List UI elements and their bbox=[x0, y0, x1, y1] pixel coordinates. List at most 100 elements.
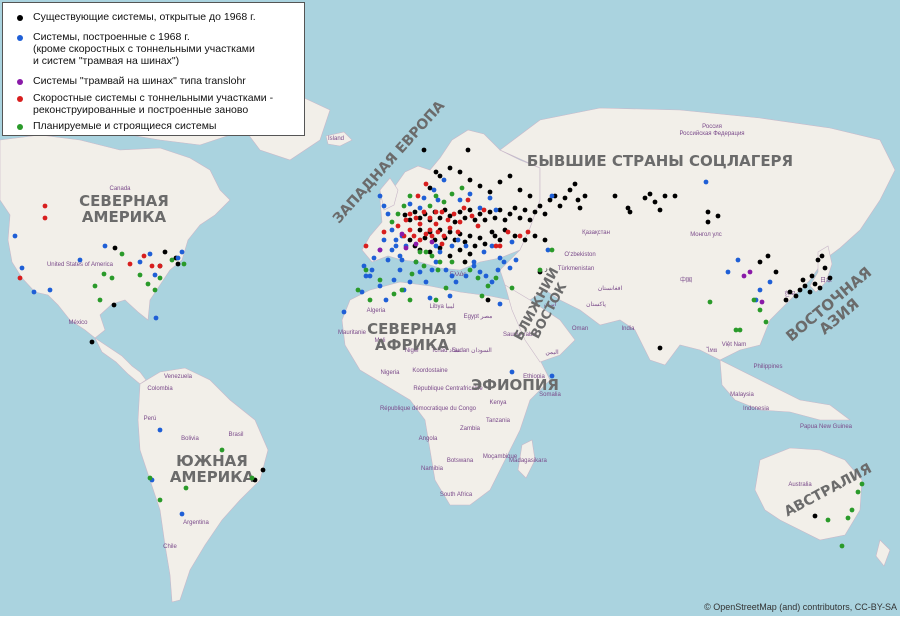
city-marker-blue bbox=[367, 273, 373, 279]
city-marker-red bbox=[475, 223, 481, 229]
city-marker-purple bbox=[399, 231, 405, 237]
city-marker-blue bbox=[427, 295, 433, 301]
city-marker-red bbox=[42, 203, 48, 209]
city-marker-green bbox=[101, 271, 107, 277]
city-marker-black bbox=[517, 187, 523, 193]
city-marker-black bbox=[485, 297, 491, 303]
city-marker-green bbox=[437, 259, 443, 265]
city-marker-blue bbox=[449, 243, 455, 249]
city-marker-black bbox=[433, 169, 439, 175]
city-marker-purple bbox=[747, 269, 753, 275]
city-marker-green bbox=[413, 259, 419, 265]
city-marker-black bbox=[162, 249, 168, 255]
city-marker-black bbox=[462, 239, 468, 245]
city-marker-green bbox=[475, 275, 481, 281]
city-marker-blue bbox=[385, 211, 391, 217]
place-label: Malaysia bbox=[730, 392, 754, 398]
city-marker-black bbox=[477, 183, 483, 189]
city-marker-blue bbox=[152, 272, 158, 278]
place-label: Oʻzbekiston bbox=[564, 251, 595, 258]
city-marker-green bbox=[421, 263, 427, 269]
city-marker-red bbox=[439, 209, 445, 215]
place-label: Venezuela bbox=[164, 374, 193, 380]
city-marker-black bbox=[819, 253, 825, 259]
city-marker-green bbox=[145, 281, 151, 287]
city-marker-red bbox=[439, 241, 445, 247]
place-label: Oman bbox=[572, 326, 588, 332]
city-marker-blue bbox=[447, 293, 453, 299]
city-marker-green bbox=[855, 489, 861, 495]
city-marker-blue bbox=[735, 257, 741, 263]
city-marker-black bbox=[472, 217, 478, 223]
region-label-ethiopia: ЭФИОПИЯ bbox=[471, 376, 559, 394]
place-label: Island bbox=[328, 136, 344, 142]
city-marker-red bbox=[423, 231, 429, 237]
place-label: Россия bbox=[702, 124, 722, 130]
city-marker-blue bbox=[31, 289, 37, 295]
legend-item: Планируемые и строящиеся системы bbox=[17, 120, 216, 132]
city-marker-blue bbox=[501, 259, 507, 265]
city-marker-red bbox=[149, 263, 155, 269]
city-marker-black bbox=[497, 179, 503, 185]
city-marker-black bbox=[802, 283, 808, 289]
place-label: Türkmenistan bbox=[558, 266, 594, 272]
city-marker-green bbox=[423, 249, 429, 255]
city-marker-black bbox=[447, 165, 453, 171]
city-marker-black bbox=[522, 207, 528, 213]
city-marker-blue bbox=[12, 233, 18, 239]
city-marker-black bbox=[817, 285, 823, 291]
city-marker-black bbox=[807, 289, 813, 295]
city-marker-blue bbox=[487, 195, 493, 201]
city-marker-red bbox=[435, 229, 441, 235]
city-marker-black bbox=[492, 215, 498, 221]
attribution: © OpenStreetMap (and) contributors, CC-B… bbox=[704, 602, 897, 612]
city-marker-black bbox=[507, 211, 513, 217]
place-label: Chile bbox=[163, 544, 177, 550]
city-marker-black bbox=[489, 229, 495, 235]
city-marker-green bbox=[109, 275, 115, 281]
city-marker-black bbox=[482, 217, 488, 223]
city-marker-green bbox=[467, 267, 473, 273]
city-marker-blue bbox=[399, 257, 405, 263]
city-marker-blue bbox=[421, 195, 427, 201]
city-marker-red bbox=[457, 219, 463, 225]
city-marker-green bbox=[137, 272, 143, 278]
place-label: Algeria bbox=[367, 308, 386, 314]
city-marker-purple bbox=[741, 273, 747, 279]
city-marker-blue bbox=[757, 287, 763, 293]
place-label: Қазақстан bbox=[582, 230, 610, 236]
place-label: Perú bbox=[144, 416, 157, 422]
city-marker-black bbox=[542, 211, 548, 217]
city-marker-blue bbox=[703, 179, 709, 185]
city-marker-blue bbox=[463, 273, 469, 279]
city-marker-blue bbox=[383, 297, 389, 303]
city-marker-blue bbox=[391, 277, 397, 283]
city-marker-red bbox=[447, 225, 453, 231]
legend-label: Существующие системы, открытые до 1968 г… bbox=[33, 11, 256, 23]
city-marker-red bbox=[497, 243, 503, 249]
city-marker-blue bbox=[179, 511, 185, 517]
city-marker-green bbox=[427, 203, 433, 209]
place-label: Papua New Guinea bbox=[800, 424, 853, 430]
city-marker-black bbox=[502, 217, 508, 223]
city-marker-blue bbox=[381, 203, 387, 209]
city-marker-blue bbox=[147, 251, 153, 257]
city-marker-blue bbox=[483, 273, 489, 279]
city-marker-green bbox=[839, 543, 845, 549]
city-marker-black bbox=[815, 257, 821, 263]
city-marker-red bbox=[525, 229, 531, 235]
city-marker-black bbox=[757, 259, 763, 265]
place-label: Российская Федерация bbox=[679, 130, 744, 137]
city-marker-black bbox=[812, 281, 818, 287]
city-marker-black bbox=[417, 227, 423, 233]
city-marker-black bbox=[572, 181, 578, 187]
region-label-north-africa: СЕВЕРНАЯ АФРИКА bbox=[367, 320, 457, 354]
place-label: Moçambique bbox=[483, 454, 518, 460]
city-marker-black bbox=[575, 197, 581, 203]
region-label-former-socialist: БЫВШИЕ СТРАНЫ СОЦЛАГЕРЯ bbox=[527, 152, 793, 170]
place-label: ไทย bbox=[706, 346, 718, 354]
city-marker-green bbox=[707, 299, 713, 305]
city-marker-black bbox=[627, 209, 633, 215]
city-marker-blue bbox=[393, 243, 399, 249]
city-marker-green bbox=[183, 485, 189, 491]
